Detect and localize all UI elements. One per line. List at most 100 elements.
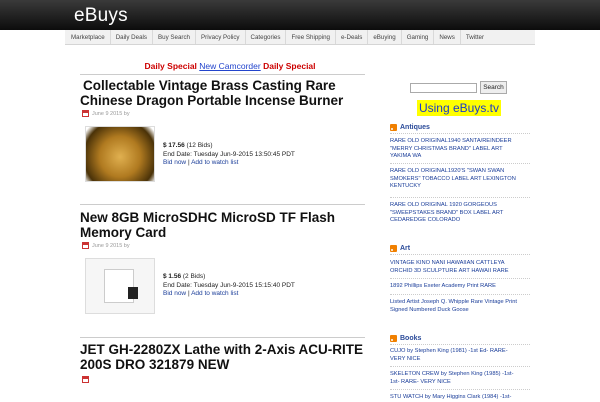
listing-end-date: End Date: Tuesday Jun-9-2015 15:15:40 PD… [163, 281, 295, 289]
sidebar-link-line: ORCHID 3D SCULPTURE ART HAWAII RARE [390, 267, 509, 274]
calendar-icon [82, 242, 89, 249]
microsd-card [128, 287, 138, 299]
sidebar-link[interactable]: 1892 Phillips Exeter Academy Print RARE [390, 283, 530, 291]
sidebar-link-line: 1st- RARE- VERY NICE [390, 378, 451, 385]
section-divider [390, 294, 530, 295]
nav-item-privacy-policy[interactable]: Privacy Policy [196, 30, 246, 44]
product-image-microsd[interactable] [85, 258, 155, 314]
sidebar-link[interactable]: RARE OLD ORIGINAL1940 SANTA/REINDEER "ME… [390, 138, 530, 161]
nav-item-gaming[interactable]: Gaming [402, 30, 435, 44]
watch-list-link[interactable]: Add to watch list [191, 290, 238, 297]
rss-icon[interactable] [390, 124, 397, 131]
post-divider [80, 74, 365, 75]
sidebar-link[interactable]: VINTAGE KINO NANI HAWAIIAN CATTLEYA ORCH… [390, 260, 530, 275]
nav-item-ebuying[interactable]: eBuying [368, 30, 402, 44]
daily-special-link[interactable]: New Camcorder [199, 61, 260, 71]
watch-list-link[interactable]: Add to watch list [191, 159, 238, 166]
section-divider [390, 389, 530, 390]
post-title[interactable]: New 8GB MicroSDHC MicroSD TF Flash Memor… [80, 210, 370, 240]
sidebar-link-line: RARE OLD ORIGINAL 1920 GORGEOUS [390, 202, 497, 208]
section-divider [390, 366, 530, 367]
sidebar-link-line: VERY NICE [390, 355, 421, 362]
listing-end-date: End Date: Tuesday Jun-9-2015 13:50:45 PD… [163, 150, 295, 158]
daily-special-label-left: Daily Special [144, 61, 197, 71]
post-title-line: Chinese Dragon Portable Incense Burner [80, 93, 344, 108]
calendar-icon [82, 376, 89, 383]
sidebar-link-line: KENTUCKY [390, 183, 421, 189]
listing-price: $ 17.56 [163, 142, 185, 149]
section-divider [390, 278, 530, 279]
section-title[interactable]: Antiques [400, 124, 430, 131]
nav-item-categories[interactable]: Categories [246, 30, 287, 44]
search-button[interactable]: Search [480, 81, 507, 94]
site-header: eBuys [0, 0, 600, 30]
sidebar-link[interactable]: Listed Artist Joseph Q. Whipple Rare Vin… [390, 299, 530, 314]
section-divider [390, 254, 530, 255]
link-separator: | [187, 159, 190, 166]
sidebar-link[interactable]: STU WATCH by Mary Higgins Clark (1984) -… [390, 394, 530, 402]
post-title[interactable]: Collectable Vintage Brass Casting Rare C… [80, 78, 370, 108]
sidebar-link-line: SMOKERS" TOBACCO LABEL ART LEXINGTON [390, 175, 516, 182]
post-title[interactable]: JET GH-2280ZX Lathe with 2-Axis ACU-RITE… [80, 342, 370, 372]
link-separator: | [187, 290, 190, 297]
sidebar-link-line: RARE OLD ORIGINAL1920'S "SWAN SWAN [390, 168, 505, 174]
sidebar-link[interactable]: RARE OLD ORIGINAL1920'S "SWAN SWAN SMOKE… [390, 168, 530, 191]
calendar-icon [82, 110, 89, 117]
section-divider [390, 163, 530, 164]
using-ebuys-banner[interactable]: Using eBuys.tv [417, 100, 501, 116]
site-title[interactable]: eBuys [74, 5, 128, 27]
post-meta: June 9 2015 by [82, 242, 130, 249]
post-title-line: JET GH-2280ZX Lathe with 2-Axis ACU-RITE [80, 342, 364, 357]
sidebar-link-line: 1892 Phillips Exeter Academy Print RARE [390, 283, 496, 289]
sidebar-link-line: CUJO by Stephen King (1981) -1st Ed- RAR… [390, 348, 508, 354]
product-image-incense-burner[interactable] [85, 126, 155, 182]
nav-item-news[interactable]: News [434, 30, 461, 44]
listing-bids: (12 Bids) [186, 142, 213, 149]
sidebar-link-line: Signed Numbered Duck Goose [390, 306, 469, 313]
sidebar-section-books: Books [390, 335, 421, 342]
listing-bids: (2 Bids) [182, 273, 206, 280]
post-date: June 9 2015 by [92, 110, 130, 117]
bid-now-link[interactable]: Bid now [163, 159, 186, 166]
sidebar-link[interactable]: CUJO by Stephen King (1981) -1st Ed- RAR… [390, 348, 530, 363]
post-divider [80, 204, 365, 205]
sidebar-link-line: VINTAGE KINO NANI HAWAIIAN CATTLEYA [390, 260, 505, 266]
sidebar-link[interactable]: SKELETON CREW by Stephen King (1985) -1s… [390, 371, 530, 386]
section-divider [390, 197, 530, 198]
post-date: June 9 2015 by [92, 242, 130, 249]
rss-icon[interactable] [390, 245, 397, 252]
nav-item-daily-deals[interactable]: Daily Deals [111, 30, 153, 44]
post-title-line: Collectable Vintage Brass Casting Rare [83, 78, 336, 93]
section-title[interactable]: Art [400, 245, 410, 252]
post-title-line: 200S DRO 321879 NEW [80, 357, 230, 372]
search-input[interactable] [410, 83, 477, 93]
sidebar-section-art: Art [390, 245, 410, 252]
listing-info: $ 17.56 (12 Bids) End Date: Tuesday Jun-… [163, 142, 295, 168]
listing-price: $ 1.56 [163, 273, 182, 280]
nav-item-marketplace[interactable]: Marketplace [65, 30, 111, 44]
daily-special-label-right: Daily Special [263, 61, 316, 71]
listing-info: $ 1.56 (2 Bids) End Date: Tuesday Jun-9-… [163, 273, 295, 299]
post-divider [80, 337, 365, 338]
sidebar-section-antiques: Antiques [390, 124, 430, 131]
section-title[interactable]: Books [400, 335, 421, 342]
nav-item-buy-search[interactable]: Buy Search [153, 30, 196, 44]
sidebar-link-line: CEDAREDGE COLORADO [390, 217, 461, 223]
nav-item-e-deals[interactable]: e-Deals [336, 30, 369, 44]
sidebar-link-line: YAKIMA WA [390, 153, 422, 159]
sidebar-link-line: "SWEEPSTAKES BRAND" BOX LABEL ART [390, 209, 504, 216]
post-meta [82, 376, 89, 383]
sidebar-link-line: STU WATCH by Mary Higgins Clark (1984) -… [390, 394, 512, 400]
section-divider [390, 133, 530, 134]
sidebar-link[interactable]: RARE OLD ORIGINAL 1920 GORGEOUS "SWEEPST… [390, 202, 530, 225]
sidebar-link-line: RARE OLD ORIGINAL1940 SANTA/REINDEER [390, 138, 512, 144]
bid-now-link[interactable]: Bid now [163, 290, 186, 297]
nav-item-twitter[interactable]: Twitter [461, 30, 489, 44]
post-meta: June 9 2015 by [82, 110, 130, 117]
rss-icon[interactable] [390, 335, 397, 342]
daily-special-banner: Daily Special New Camcorder Daily Specia… [80, 61, 380, 71]
nav-item-free-shipping[interactable]: Free Shipping [286, 30, 336, 44]
post-title-line: Memory Card [80, 225, 167, 240]
sidebar-link-line: "MERRY CHRISTMAS BRAND" LABEL ART [390, 145, 503, 152]
main-nav: Marketplace Daily Deals Buy Search Priva… [65, 30, 535, 45]
